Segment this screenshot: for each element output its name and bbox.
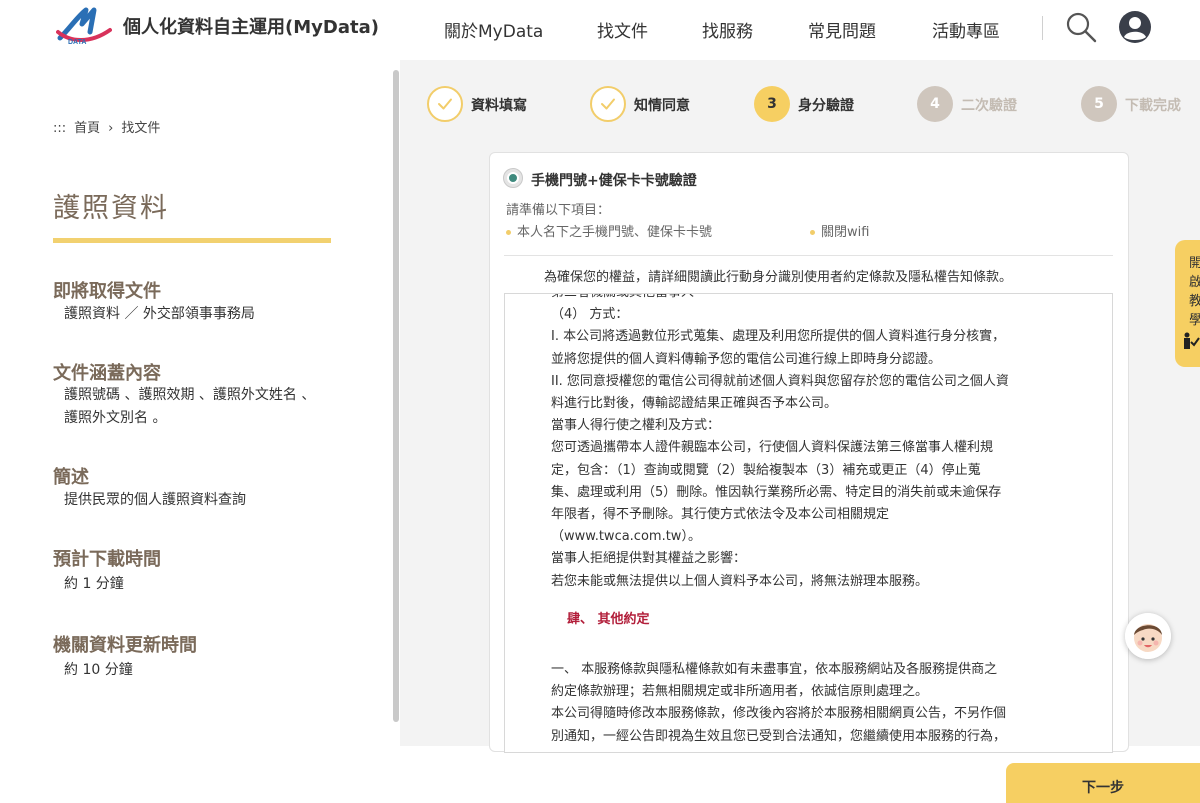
site-title[interactable]: 個人化資料自主運用(MyData) — [123, 13, 379, 39]
nav-events[interactable]: 活動專區 — [932, 17, 1000, 42]
user-account-icon[interactable] — [1118, 10, 1152, 44]
radio-selected-dot — [507, 172, 519, 184]
search-icon[interactable] — [1064, 10, 1098, 44]
tutorial-tab-label[interactable]: 開啟教學 — [1189, 254, 1200, 330]
terms-line: 定，包含：（1）查詢或閱覽（2）製給複製本（3）補充或更正（4）停止蒐 — [551, 462, 981, 478]
nav-faq[interactable]: 常見問題 — [808, 17, 876, 42]
section-heading-coverage: 文件涵蓋內容 — [53, 363, 161, 384]
step-4-label: 二次驗證 — [961, 98, 1017, 114]
terms-line: 年限者，得不予刪除。其行使方式依法令及本公司相關規定 — [551, 507, 890, 523]
check-icon — [438, 98, 452, 110]
verification-option-radio[interactable] — [503, 168, 523, 188]
terms-line: 約定條款辦理；若無相關規定或非所適用者，依誠信原則處理之。 — [551, 684, 929, 700]
section-line: 護照資料 ／ 外交部領事事務局 — [64, 306, 255, 322]
breadcrumb-current[interactable]: 找文件 — [121, 121, 160, 136]
title-underline — [53, 238, 331, 243]
breadcrumb-home[interactable]: 首頁 — [74, 121, 100, 136]
terms-scroll-box[interactable]: 第三者機關或其他當事人 （4） 方式： I. 本公司將透過數位形式蒐集、處理及利… — [504, 293, 1113, 753]
terms-line: 別通知，一經公告即視為生效且您已受到合法通知，您繼續使用本服務的行為， — [551, 728, 1007, 744]
step-2-check — [590, 86, 626, 122]
section-heading-update-time: 機關資料更新時間 — [53, 635, 197, 656]
section-line: 護照外文別名 。 — [64, 410, 167, 426]
step-5-label: 下載完成 — [1125, 98, 1181, 114]
terms-line: 料進行比對後，傳輸認證結果正確與否予本公司。 — [551, 396, 838, 412]
breadcrumb-prefix: ::: — [53, 121, 67, 136]
nav-find-services[interactable]: 找服務 — [702, 17, 753, 42]
card-divider — [504, 255, 1113, 256]
terms-line: 當事人拒絕提供對其權益之影響： — [551, 551, 747, 567]
section-heading-summary: 簡述 — [53, 467, 89, 488]
terms-line: （4） 方式： — [551, 307, 629, 323]
terms-content: 第三者機關或其他當事人 （4） 方式： I. 本公司將透過數位形式蒐集、處理及利… — [551, 294, 1081, 748]
section-line: 護照號碼 、護照效期 、護照外文姓名 、 — [64, 387, 316, 403]
breadcrumb: ::: 首頁 › 找文件 — [53, 117, 168, 136]
logo-text: DATA — [68, 39, 86, 46]
terms-line: 若您未能或無法提供以上個人資料予本公司，將無法辦理本服務。 — [551, 573, 929, 589]
section-line: 約 10 分鐘 — [64, 662, 133, 678]
section-body-coverage: 護照號碼 、護照效期 、護照外文姓名 、 護照外文別名 。 — [64, 384, 315, 430]
section-body-download-time: 約 1 分鐘 — [64, 573, 124, 596]
section-heading-documents: 即將取得文件 — [53, 281, 161, 302]
terms-line: 本公司得隨時修改本服務條款，修改後內容將於本服務相關網頁公告，不另作個 — [551, 706, 1007, 722]
terms-line: 第三者機關或其他當事人 — [551, 294, 1081, 304]
section-line: 提供民眾的個人護照資料查詢 — [64, 492, 246, 508]
step-2-label: 知情同意 — [634, 98, 690, 114]
terms-line: （www.twca.com.tw）。 — [551, 529, 701, 545]
terms-line: 您可透過攜帶本人證件親臨本公司，行使個人資料保護法第三條當事人權利規 — [551, 440, 994, 456]
terms-spacer — [551, 631, 1081, 659]
mydata-logo[interactable]: DATA — [56, 6, 112, 46]
terms-line: II. 您同意授權您的電信公司得就前述個人資料與您留存於您的電信公司之個人資 — [551, 373, 1009, 389]
assistant-avatar-icon[interactable] — [1125, 613, 1171, 659]
terms-section-title: 肆、 其他約定 — [567, 611, 650, 627]
section-line: 約 1 分鐘 — [64, 576, 124, 592]
section-body-summary: 提供民眾的個人護照資料查詢 — [64, 489, 246, 512]
step-5-number: 5 — [1081, 86, 1117, 122]
terms-line: 當事人得行使之權利及方式： — [551, 418, 721, 434]
sidebar-scrollbar[interactable] — [393, 70, 399, 722]
terms-notice: 為確保您的權益，請詳細閱讀此行動身分識別使用者約定條款及隱私權告知條款。 — [544, 270, 1013, 285]
next-step-button[interactable]: 下一步 — [1006, 763, 1200, 803]
step-1-label: 資料填寫 — [471, 98, 527, 114]
terms-line: 並將您提供的個人資料傳輸予您的電信公司進行線上即時身分認證。 — [551, 351, 942, 367]
check-icon — [601, 98, 615, 110]
breadcrumb-separator: › — [108, 121, 114, 136]
prepare-title: 請準備以下項目： — [506, 203, 611, 218]
step-4-number: 4 — [917, 86, 953, 122]
nav-divider — [1042, 16, 1043, 40]
step-3-label: 身分驗證 — [798, 98, 854, 114]
section-body-update-time: 約 10 分鐘 — [64, 659, 133, 682]
terms-line: 一、 本服務條款與隱私權條款如有未盡事宜，依本服務網站及各服務提供商之 — [551, 662, 998, 678]
nav-find-documents[interactable]: 找文件 — [597, 17, 648, 42]
prepare-item-phone: 本人名下之手機門號、健保卡卡號 — [506, 221, 712, 240]
prepare-item-wifi: 關閉wifi — [810, 221, 869, 240]
terms-line: 集、處理或利用（5）刪除。惟因執行業務所必需、特定目的消失前或未逾保存 — [551, 484, 1002, 500]
nav-about-mydata[interactable]: 關於MyData — [444, 17, 543, 42]
tutorial-touch-icon[interactable] — [1183, 330, 1200, 350]
section-heading-download-time: 預計下載時間 — [53, 549, 161, 570]
page-title: 護照資料 — [53, 193, 169, 224]
verification-option-label[interactable]: 手機門號+健保卡卡號驗證 — [531, 170, 697, 190]
section-body-documents: 護照資料 ／ 外交部領事事務局 — [64, 303, 255, 326]
site-header: DATA 個人化資料自主運用(MyData) 關於MyData 找文件 找服務 … — [0, 0, 1200, 60]
step-3-number: 3 — [754, 86, 790, 122]
step-1-check — [427, 86, 463, 122]
terms-line: I. 本公司將透過數位形式蒐集、處理及利用您所提供的個人資料進行身分核實， — [551, 329, 1006, 345]
